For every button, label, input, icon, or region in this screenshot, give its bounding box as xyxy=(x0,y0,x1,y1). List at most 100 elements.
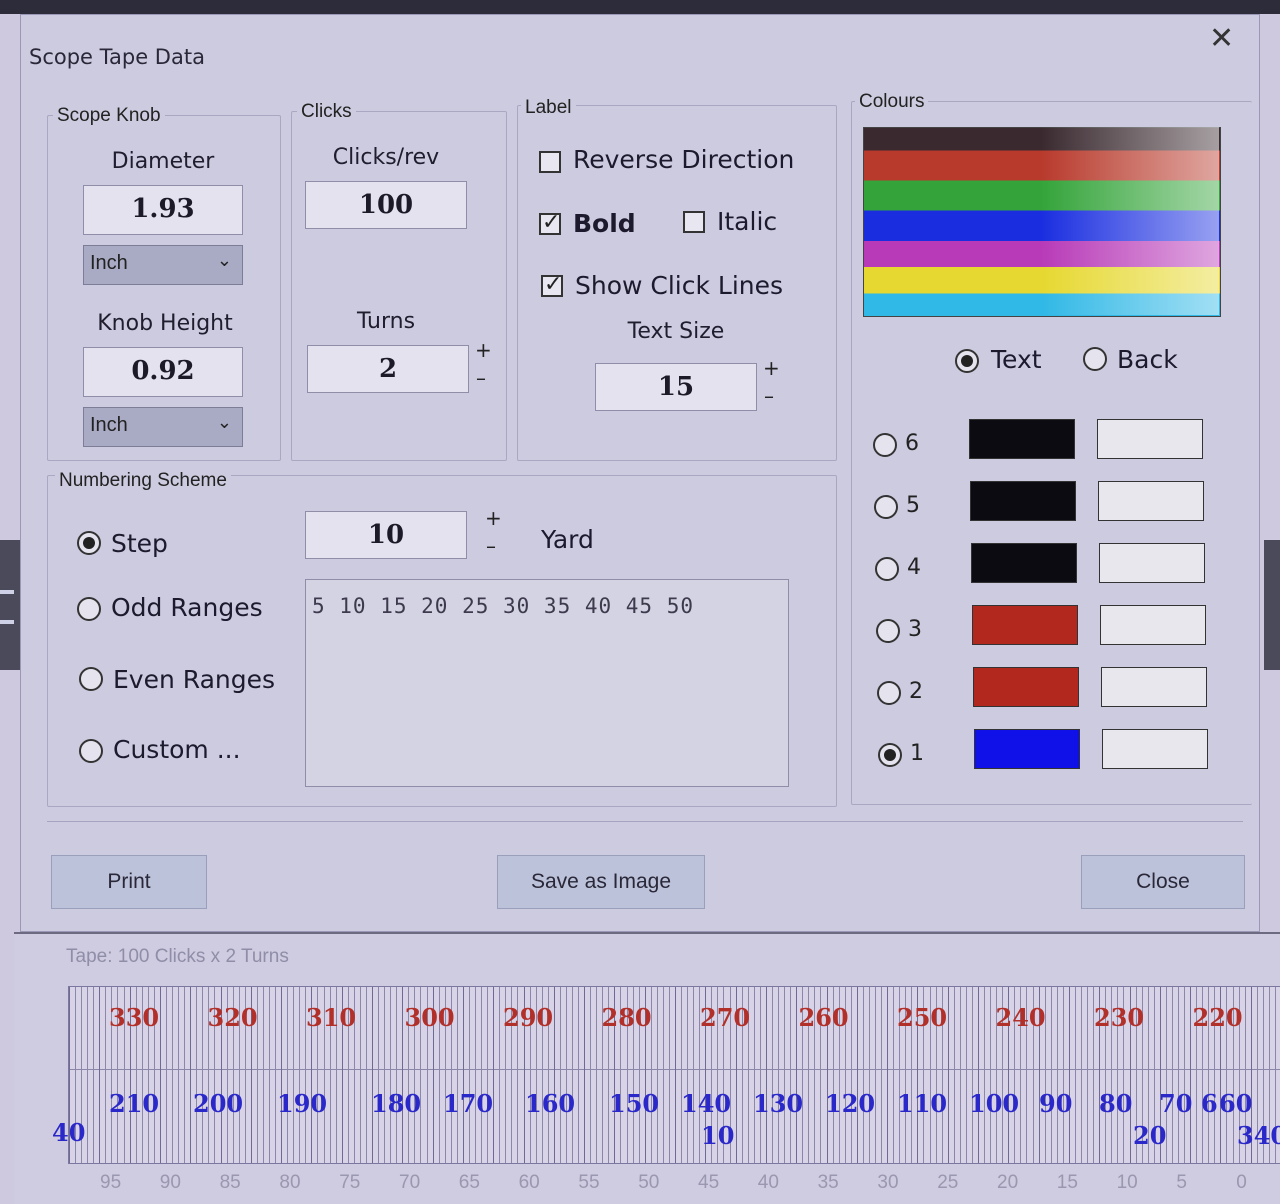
close-icon[interactable]: ✕ xyxy=(1209,21,1234,56)
clicks-rev-label: Clicks/rev xyxy=(332,145,440,170)
diameter-unit-select[interactable]: Inch ⌄ xyxy=(83,245,243,285)
background-left-panel xyxy=(0,540,22,670)
tape-number-outer: 220 xyxy=(1192,1003,1243,1032)
back-colour-swatch-5[interactable] xyxy=(1098,481,1204,521)
save-as-image-button[interactable]: Save as Image xyxy=(497,855,705,909)
text-size-input[interactable]: 15 xyxy=(595,363,757,411)
back-colour-swatch-2[interactable] xyxy=(1101,667,1207,707)
tape-tick xyxy=(378,987,379,1163)
tape-number-inner-low: 10 xyxy=(701,1121,735,1150)
step-radio[interactable] xyxy=(77,531,101,555)
tape-tick xyxy=(584,987,585,1163)
scale-number: 20 xyxy=(997,1172,1019,1193)
scale-number: 45 xyxy=(698,1172,720,1193)
tape-number-outer: 240 xyxy=(995,1003,1046,1032)
tape-tick xyxy=(178,987,179,1163)
tape-tick xyxy=(487,987,488,1163)
tape-number-inner: 150 xyxy=(609,1089,660,1118)
turns-input[interactable]: 2 xyxy=(307,345,469,393)
tape-tick xyxy=(778,987,779,1163)
tape-tick xyxy=(869,987,870,1163)
tape-tick xyxy=(796,987,797,1163)
show-click-lines-checkbox[interactable] xyxy=(541,272,563,297)
colour-row-radio-1[interactable] xyxy=(878,743,902,767)
print-button[interactable]: Print xyxy=(51,855,207,909)
colour-row-radio-2[interactable] xyxy=(877,681,901,705)
colour-preview-fade xyxy=(863,127,1219,315)
reverse-direction-label: Reverse Direction xyxy=(573,145,795,174)
even-ranges-radio[interactable] xyxy=(79,667,103,691)
tape-tick xyxy=(1051,987,1052,1163)
tape-tick xyxy=(857,987,858,1163)
back-colour-swatch-6[interactable] xyxy=(1097,419,1203,459)
scale-number: 80 xyxy=(279,1172,301,1193)
tape-tick xyxy=(784,987,785,1163)
scale-number: 0 xyxy=(1236,1172,1247,1193)
scope-knob-legend: Scope Knob xyxy=(53,105,165,127)
knob-height-unit-select[interactable]: Inch ⌄ xyxy=(83,407,243,447)
tape-tick xyxy=(754,987,755,1163)
italic-checkbox[interactable] xyxy=(683,211,705,233)
scale-number: 55 xyxy=(578,1172,600,1193)
text-size-decrement-button[interactable]: – xyxy=(764,386,774,406)
text-colour-swatch-2[interactable] xyxy=(973,667,1079,707)
turns-increment-button[interactable]: + xyxy=(475,340,492,360)
tape-number-inner: 110 xyxy=(897,1089,948,1118)
tape-tick xyxy=(960,987,961,1163)
tape-tick xyxy=(166,987,167,1163)
numbering-scheme-legend: Numbering Scheme xyxy=(55,470,231,492)
colour-row-number: 1 xyxy=(910,741,924,766)
custom-radio[interactable] xyxy=(79,739,103,763)
scope-tape-dialog: Scope Tape Data ✕ Scope Knob Diameter 1.… xyxy=(20,14,1260,932)
close-button[interactable]: Close xyxy=(1081,855,1245,909)
colour-row-number: 3 xyxy=(908,617,922,642)
tape-number-outer: 280 xyxy=(601,1003,652,1032)
text-size-increment-button[interactable]: + xyxy=(763,358,780,378)
reverse-direction-checkbox[interactable] xyxy=(539,151,561,173)
text-colour-swatch-4[interactable] xyxy=(971,543,1077,583)
turns-decrement-button[interactable]: – xyxy=(476,368,486,388)
tape-preview-panel: Tape: 100 Clicks x 2 Turns 330 320 310 300 2… xyxy=(14,932,1280,1204)
tape-tick xyxy=(287,987,288,1163)
clicks-legend: Clicks xyxy=(297,101,356,123)
tape-tick xyxy=(954,987,955,1163)
numbering-sequence-textarea[interactable]: 5 10 15 20 25 30 35 40 45 50 xyxy=(305,579,789,787)
diameter-input[interactable]: 1.93 xyxy=(83,185,243,235)
text-colour-swatch-5[interactable] xyxy=(970,481,1076,521)
text-mode-radio[interactable] xyxy=(955,349,979,373)
back-colour-swatch-1[interactable] xyxy=(1102,729,1208,769)
tape-number-outer: 330 xyxy=(109,1003,160,1032)
chevron-down-icon: ⌄ xyxy=(216,412,232,432)
text-colour-swatch-1[interactable] xyxy=(974,729,1080,769)
odd-ranges-radio[interactable] xyxy=(77,597,101,621)
clicks-rev-input[interactable]: 100 xyxy=(305,181,467,229)
back-colour-swatch-4[interactable] xyxy=(1099,543,1205,583)
text-colour-swatch-3[interactable] xyxy=(972,605,1078,645)
colour-row-radio-5[interactable] xyxy=(874,495,898,519)
tape-number-inner: 100 xyxy=(969,1089,1020,1118)
tape-tick xyxy=(669,987,670,1163)
colour-row-radio-6[interactable] xyxy=(873,433,897,457)
knob-height-input[interactable]: 0.92 xyxy=(83,347,243,397)
step-value-input[interactable]: 10 xyxy=(305,511,467,559)
bold-checkbox[interactable] xyxy=(539,210,561,235)
tape-tick xyxy=(766,987,767,1163)
tape-tick xyxy=(463,987,464,1163)
back-colour-swatch-3[interactable] xyxy=(1100,605,1206,645)
colour-row-radio-3[interactable] xyxy=(876,619,900,643)
tape-number-inner: 80 xyxy=(1099,1089,1133,1118)
scale-number: 85 xyxy=(219,1172,241,1193)
colour-row-radio-4[interactable] xyxy=(875,557,899,581)
tape-tick xyxy=(293,987,294,1163)
tape-tick xyxy=(269,987,270,1163)
tape-tick xyxy=(693,987,694,1163)
text-colour-swatch-6[interactable] xyxy=(969,419,1075,459)
back-mode-radio[interactable] xyxy=(1083,347,1107,371)
step-decrement-button[interactable]: – xyxy=(486,536,496,556)
tape-tick xyxy=(790,987,791,1163)
tape-tick xyxy=(93,987,94,1163)
step-increment-button[interactable]: + xyxy=(485,508,502,528)
tape-number-inner: 210 xyxy=(109,1089,160,1118)
tape-number-inner: 90 xyxy=(1039,1089,1073,1118)
odd-ranges-label: Odd Ranges xyxy=(111,593,263,622)
